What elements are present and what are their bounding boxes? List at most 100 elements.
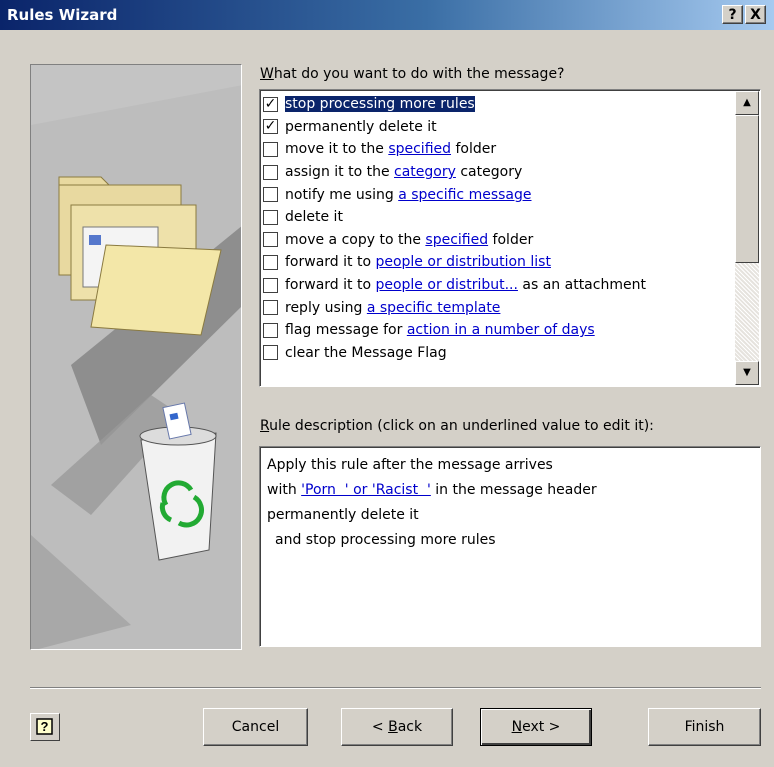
action-checkbox[interactable]: ✓ [263,119,278,135]
actions-scrollbar[interactable]: ▲ ▼ [735,91,759,385]
action-checkbox[interactable] [263,254,278,270]
action-text: forward it to [285,277,376,294]
scroll-down-arrow-icon[interactable]: ▼ [735,361,759,385]
action-text: delete it [285,209,343,226]
action-text: stop processing more rules [285,96,475,113]
description-heading-text: ule description (click on an underlined … [269,418,654,434]
action-item-stop-processing[interactable]: ✓ stop processing more rules [261,93,733,116]
action-item-flag-message[interactable]: flag message for action in a number of d… [261,319,733,342]
action-label: stop processing more rules [285,96,475,113]
description-text: with [267,482,302,498]
action-link[interactable]: people or distribution list [375,254,550,270]
action-label: move a copy to the specified folder [285,232,533,248]
action-item-forward-attachment[interactable]: forward it to people or distribut... as … [261,274,733,297]
action-item-move-to-folder[interactable]: move it to the specified folder [261,138,733,161]
title-bar: Rules Wizard ? X [0,0,774,30]
description-line: and stop processing more rules [275,532,496,548]
action-text: flag message for [285,322,407,339]
action-item-reply-template[interactable]: reply using a specific template [261,296,733,319]
action-item-notify-me[interactable]: notify me using a specific message [261,183,733,206]
action-label: forward it to people or distribut... as … [285,277,646,293]
words-link[interactable]: 'Porn ' or 'Racist ' [301,482,431,498]
action-item-clear-flag[interactable]: clear the Message Flag [261,342,733,365]
action-text-after: as an attachment [517,277,646,294]
context-help-button[interactable]: ? [722,5,743,24]
action-text-after: folder [488,231,534,248]
action-label: clear the Message Flag [285,345,447,361]
action-label: forward it to people or distribution lis… [285,254,551,270]
actions-heading-text: hat do you want to do with the message? [273,66,565,82]
action-label: move it to the specified folder [285,141,496,157]
back-label-rest: ack [397,719,423,735]
actions-list-items: ✓ stop processing more rules ✓ permanent… [261,93,733,364]
action-checkbox[interactable] [263,345,278,361]
action-text: assign it to the [285,164,395,181]
action-link[interactable]: a specific template [367,300,501,316]
action-label: notify me using a specific message [285,187,532,203]
button-separator [30,687,761,689]
window-title: Rules Wizard [7,6,118,24]
action-link[interactable]: category [394,164,456,180]
description-line: Apply this rule after the message arrive… [267,457,553,473]
action-checkbox[interactable] [263,164,278,180]
back-button[interactable]: < Back [341,708,453,746]
cancel-button[interactable]: Cancel [203,708,308,746]
action-text: reply using [285,299,367,316]
action-checkbox[interactable] [263,322,278,338]
action-text: clear the Message Flag [285,344,447,361]
action-link[interactable]: specified [425,232,488,248]
action-checkbox[interactable] [263,209,278,225]
back-accelerator: B [388,719,398,735]
action-text: permanently delete it [285,118,437,135]
action-text-after: category [455,164,523,181]
actions-heading: What do you want to do with the message? [260,66,565,82]
actions-checklist[interactable]: ✓ stop processing more rules ✓ permanent… [259,89,761,387]
action-link[interactable]: a specific message [398,187,531,203]
description-line: with 'Porn ' or 'Racist ' in the message… [267,478,753,503]
finish-button[interactable]: Finish [648,708,761,746]
description-text: in the message header [430,482,597,498]
action-text: move it to the [285,141,389,158]
next-label: ext > [522,719,561,735]
back-label: < [371,719,389,735]
rule-description-box[interactable]: Apply this rule after the message arrive… [259,446,761,647]
description-line: permanently delete it [267,507,419,523]
description-heading-accelerator: R [260,418,270,434]
help-icon: ? [36,718,53,735]
action-link[interactable]: action in a number of days [407,322,595,338]
next-accelerator: N [511,719,523,735]
action-text: move a copy to the [285,231,426,248]
action-link[interactable]: people or distribut... [375,277,517,293]
action-checkbox[interactable] [263,300,278,316]
action-item-forward[interactable]: forward it to people or distribution lis… [261,251,733,274]
folders-and-recycle-bin-illustration [31,65,241,649]
next-button[interactable]: Next > [480,708,592,746]
action-label: permanently delete it [285,119,437,135]
action-item-permanently-delete[interactable]: ✓ permanently delete it [261,116,733,139]
action-checkbox[interactable] [263,141,278,157]
rules-wizard-dialog: Rules Wizard ? X What do you want to do … [0,0,774,767]
actions-heading-accelerator: W [260,66,274,82]
action-item-assign-category[interactable]: assign it to the category category [261,161,733,184]
action-label: delete it [285,209,343,225]
scroll-thumb[interactable] [735,115,759,263]
action-checkbox[interactable]: ✓ [263,96,278,112]
help-glyph: ? [41,719,49,734]
action-checkbox[interactable] [263,187,278,203]
action-text: notify me using [285,186,399,203]
action-checkbox[interactable] [263,232,278,248]
help-button[interactable]: ? [30,713,60,741]
description-heading: Rule description (click on an underlined… [260,418,654,434]
action-label: reply using a specific template [285,300,500,316]
action-item-delete[interactable]: delete it [261,206,733,229]
wizard-illustration [30,64,242,650]
close-button[interactable]: X [745,5,766,24]
action-link[interactable]: specified [388,141,451,157]
action-checkbox[interactable] [263,277,278,293]
action-text: forward it to [285,254,376,271]
action-text-after: folder [451,141,497,158]
scroll-up-arrow-icon[interactable]: ▲ [735,91,759,115]
action-label: assign it to the category category [285,164,522,180]
action-item-move-copy[interactable]: move a copy to the specified folder [261,229,733,252]
action-label: flag message for action in a number of d… [285,322,595,338]
